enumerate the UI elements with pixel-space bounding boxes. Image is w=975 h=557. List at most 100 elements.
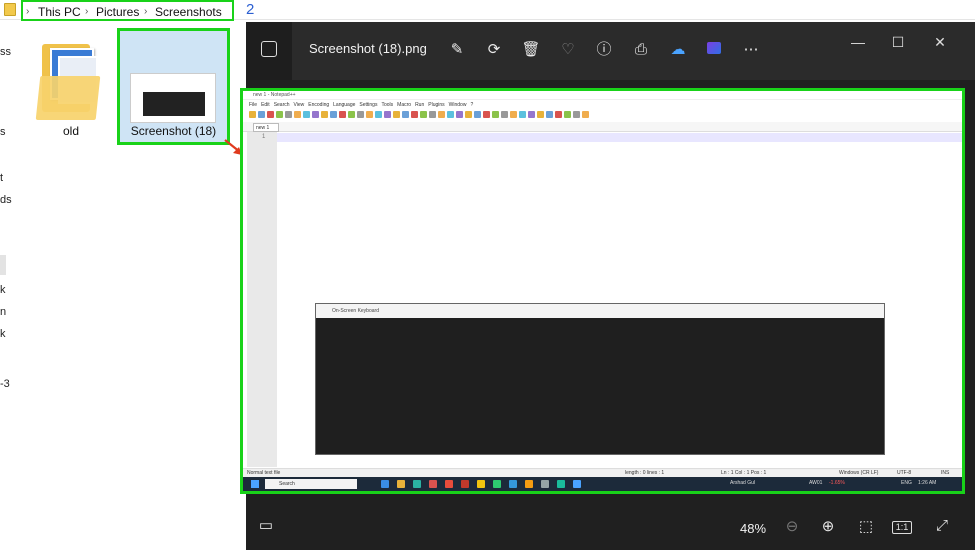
taskbar-app-icon xyxy=(461,480,469,488)
nav-item[interactable]: ds xyxy=(0,194,12,206)
notepad-title: new 1 - Notepad++ xyxy=(243,91,962,100)
nav-item[interactable]: n xyxy=(0,306,6,318)
line-gutter: 1 xyxy=(247,132,277,467)
menu-item: Settings xyxy=(359,102,378,108)
toolbar-button-icon xyxy=(339,111,346,118)
taskbar-user: Arshad Gul xyxy=(730,480,756,486)
file-name: old xyxy=(62,124,79,138)
screen: › This PC › Pictures › Screenshots 2 ss … xyxy=(0,0,975,557)
folder-item-old[interactable]: old xyxy=(35,38,106,138)
fit-icon[interactable]: ⬚ xyxy=(856,517,876,535)
toolbar-button-icon xyxy=(564,111,571,118)
annotation-number: 2 xyxy=(246,1,255,18)
toolbar-button-icon xyxy=(447,111,454,118)
file-name: Screenshot (18) xyxy=(130,124,217,138)
toolbar-button-icon xyxy=(429,111,436,118)
breadcrumb-this-pc[interactable]: This PC xyxy=(38,5,81,19)
toolbar-button-icon xyxy=(465,111,472,118)
menu-item: ? xyxy=(470,102,474,108)
toolbar-button-icon xyxy=(294,111,301,118)
folder-icon xyxy=(4,3,16,16)
menu-item: Edit xyxy=(261,102,270,108)
address-bar: › This PC › Pictures › Screenshots 2 xyxy=(0,0,975,21)
taskbar-lang: ENG xyxy=(901,480,912,486)
info-icon[interactable]: ⓘ xyxy=(594,40,614,60)
on-screen-keyboard: On-Screen Keyboard xyxy=(315,303,885,455)
menu-item: Tools xyxy=(381,102,394,108)
filmstrip-icon[interactable]: ▭ xyxy=(256,516,276,534)
toolbar-button-icon xyxy=(420,111,427,118)
taskbar-app-icon xyxy=(509,480,517,488)
toolbar-button-icon xyxy=(375,111,382,118)
nav-item[interactable]: ss xyxy=(0,46,11,58)
zoom-in-icon[interactable]: ⊕ xyxy=(818,517,838,535)
edit-image-icon[interactable]: ✎ xyxy=(447,40,467,60)
menu-item: Plugins xyxy=(428,102,445,108)
nav-item[interactable]: k xyxy=(0,284,6,296)
taskbar-app-icon xyxy=(557,480,565,488)
close-icon[interactable]: ✕ xyxy=(930,34,950,51)
file-item-screenshot[interactable]: Screenshot (18) xyxy=(117,28,230,145)
chevron-right-icon: › xyxy=(85,6,89,17)
onedrive-icon[interactable]: ☁ xyxy=(668,40,688,60)
nav-item[interactable]: t xyxy=(0,172,3,184)
clipchamp-icon[interactable] xyxy=(704,40,724,60)
notepad-statusbar: Normal text file length : 0 lines : 1 Ln… xyxy=(243,468,962,477)
toolbar-button-icon xyxy=(393,111,400,118)
zoom-out-icon[interactable]: ⊖ xyxy=(782,517,802,535)
toolbar-button-icon xyxy=(492,111,499,118)
favorite-icon[interactable]: ♡ xyxy=(558,40,578,60)
toolbar-button-icon xyxy=(258,111,265,118)
delete-icon[interactable]: 🗑 xyxy=(521,40,541,60)
notepad-menu: File Edit Search View Encoding Language Settin… xyxy=(243,101,962,110)
menu-item: Macro xyxy=(397,102,412,108)
taskbar: Search Arshad Gul AW01 -1.65% ENG 1:26 A… xyxy=(243,477,962,491)
toolbar-button-icon xyxy=(402,111,409,118)
toolbar-button-icon xyxy=(483,111,490,118)
toolbar-button-icon xyxy=(528,111,535,118)
photo-file-name: Screenshot (18).png xyxy=(309,41,427,56)
nav-item[interactable]: k xyxy=(0,328,6,340)
breadcrumb: › This PC › Pictures › Screenshots xyxy=(21,0,234,21)
minimize-icon[interactable]: — xyxy=(848,34,868,50)
navigation-pane: ss s t ds k n k -3 xyxy=(0,22,12,557)
menu-item: Language xyxy=(333,102,356,108)
actual-size-icon[interactable]: 1:1 xyxy=(892,521,912,534)
toolbar-button-icon xyxy=(384,111,391,118)
toolbar-button-icon xyxy=(321,111,328,118)
taskbar-time: 1:26 AM xyxy=(918,480,937,486)
menu-item: Run xyxy=(415,102,425,108)
nav-item[interactable]: -3 xyxy=(0,378,10,390)
osk-title: On-Screen Keyboard xyxy=(316,304,884,318)
toolbar-button-icon xyxy=(276,111,283,118)
taskbar-app-icon xyxy=(493,480,501,488)
taskbar-stock: AW01 xyxy=(809,480,823,486)
taskbar-app-icon xyxy=(477,480,485,488)
photos-titlebar: Screenshot (18).png ✎ ⟳ 🗑 ♡ ⓘ ⎙ ☁ ⋯ — ☐ … xyxy=(246,22,975,80)
image-file-icon[interactable] xyxy=(261,41,277,57)
more-icon[interactable]: ⋯ xyxy=(741,40,761,60)
print-icon[interactable]: ⎙ xyxy=(631,40,651,60)
notepad-toolbar xyxy=(249,110,599,120)
breadcrumb-pictures[interactable]: Pictures xyxy=(96,5,139,19)
menu-item: Window xyxy=(448,102,467,108)
taskbar-app-icon xyxy=(397,480,405,488)
menu-item: View xyxy=(293,102,305,108)
toolbar-button-icon xyxy=(501,111,508,118)
taskbar-app-icon xyxy=(429,480,437,488)
breadcrumb-screenshots[interactable]: Screenshots xyxy=(155,5,222,19)
nav-item[interactable]: s xyxy=(0,126,6,138)
fullscreen-icon[interactable]: ⤢ xyxy=(932,517,952,534)
toolbar-button-icon xyxy=(249,111,256,118)
rotate-icon[interactable]: ⟳ xyxy=(484,40,504,60)
toolbar-button-icon xyxy=(519,111,526,118)
taskbar-app-icon xyxy=(573,480,581,488)
toolbar-button-icon xyxy=(438,111,445,118)
maximize-icon[interactable]: ☐ xyxy=(888,34,908,51)
taskbar-search: Search xyxy=(265,479,357,489)
screenshot-image: new 1 - Notepad++ File Edit Search View Enco… xyxy=(240,88,965,494)
nav-selection xyxy=(0,255,6,275)
menu-item: Search xyxy=(273,102,290,108)
notepad-tabs: new 1 xyxy=(243,122,962,132)
taskbar-app-icon xyxy=(381,480,389,488)
